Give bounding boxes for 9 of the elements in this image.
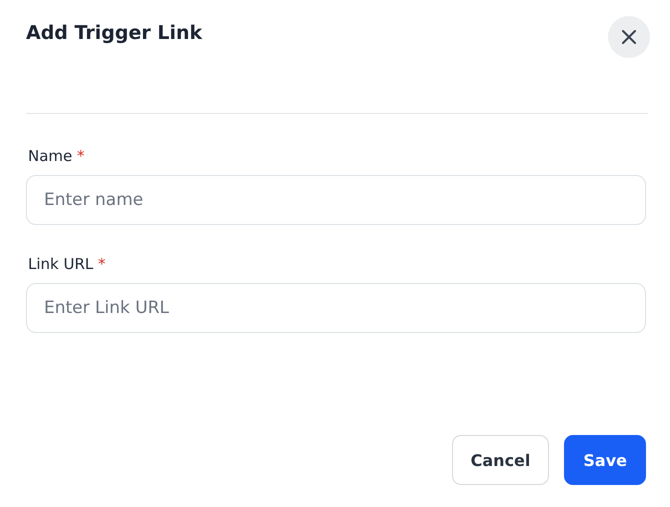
field-label: Name * bbox=[28, 147, 86, 165]
close-icon bbox=[620, 28, 638, 46]
dialog-title: Add Trigger Link bbox=[26, 22, 202, 44]
field-label: Link URL * bbox=[28, 255, 107, 273]
save-button[interactable]: Save bbox=[564, 435, 646, 485]
cancel-button[interactable]: Cancel bbox=[452, 435, 550, 485]
close-button[interactable] bbox=[608, 16, 650, 58]
input-field[interactable]: Enter Link URL bbox=[26, 283, 646, 333]
input-field[interactable]: Enter name bbox=[26, 175, 646, 225]
